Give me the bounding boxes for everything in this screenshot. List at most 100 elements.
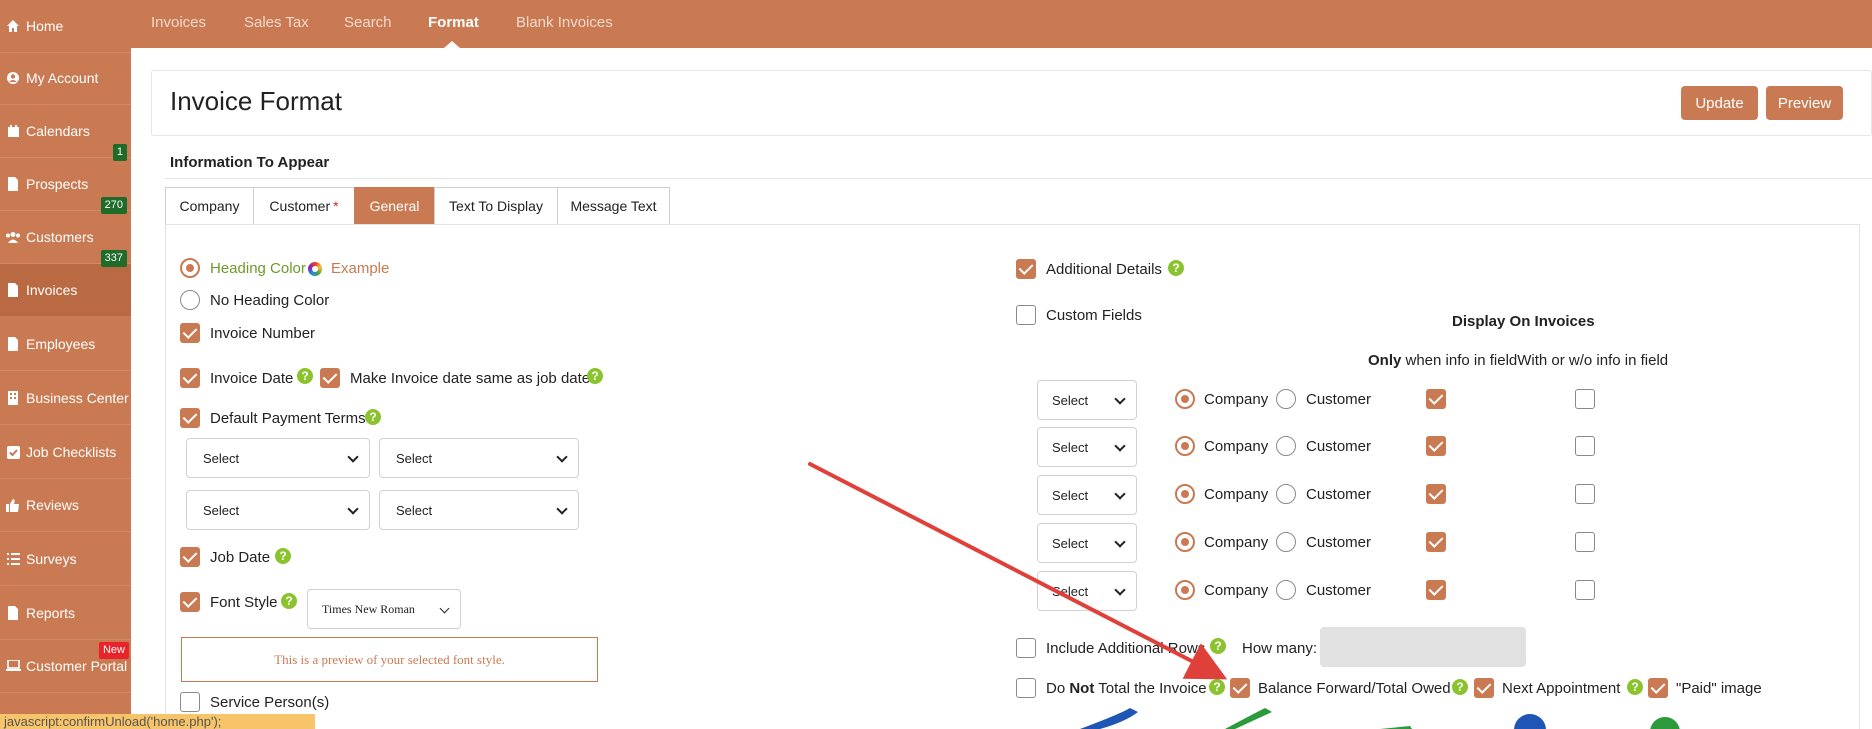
topnav-blank-invoices[interactable]: Blank Invoices bbox=[516, 14, 613, 31]
balance-forward-checkbox[interactable] bbox=[1230, 678, 1250, 698]
only-when-info-checkbox[interactable] bbox=[1426, 389, 1446, 409]
tab-company[interactable]: Company bbox=[165, 187, 254, 225]
help-icon[interactable]: ? bbox=[297, 368, 313, 384]
tab-label: Customer bbox=[269, 198, 331, 214]
customer-radio[interactable] bbox=[1276, 532, 1296, 552]
help-icon[interactable]: ? bbox=[1168, 260, 1184, 276]
sidebar-item-customer-portal[interactable]: Customer Portal New bbox=[0, 640, 131, 693]
topnav-sales-tax[interactable]: Sales Tax bbox=[244, 14, 309, 31]
help-icon[interactable]: ? bbox=[587, 368, 603, 384]
tab-general[interactable]: General bbox=[354, 187, 435, 225]
sidebar-item-my-account[interactable]: My Account bbox=[0, 52, 131, 105]
tab-text-to-display[interactable]: Text To Display bbox=[434, 187, 558, 225]
sidebar-item-reports[interactable]: Reports bbox=[0, 587, 131, 640]
help-icon[interactable]: ? bbox=[1627, 679, 1643, 695]
sidebar-item-label: Prospects bbox=[26, 176, 89, 192]
help-icon[interactable]: ? bbox=[275, 548, 291, 564]
include-additional-rows-checkbox[interactable] bbox=[1016, 638, 1036, 658]
topnav-format[interactable]: Format bbox=[428, 14, 479, 31]
company-radio[interactable] bbox=[1175, 389, 1195, 409]
tab-customer[interactable]: Customer * bbox=[253, 187, 355, 225]
same-as-job-date-label: Make Invoice date same as job date bbox=[350, 370, 591, 387]
with-or-without-info-checkbox[interactable] bbox=[1575, 532, 1595, 552]
with-or-without-info-checkbox[interactable] bbox=[1575, 436, 1595, 456]
sidebar-item-label: Job Checklists bbox=[26, 444, 117, 460]
customer-radio[interactable] bbox=[1276, 484, 1296, 504]
tab-label: General bbox=[369, 198, 420, 214]
with-or-without-heading: With or w/o info in field bbox=[1517, 352, 1669, 369]
next-appointment-label: Next Appointment bbox=[1502, 680, 1621, 697]
invoice-number-checkbox[interactable] bbox=[180, 323, 200, 343]
company-label: Company bbox=[1204, 438, 1269, 455]
font-style-select[interactable]: Times New Roman bbox=[307, 589, 461, 629]
payment-terms-select[interactable]: Select bbox=[186, 490, 370, 530]
custom-field-select[interactable]: Select bbox=[1037, 380, 1137, 420]
customer-radio[interactable] bbox=[1276, 389, 1296, 409]
topnav-invoices[interactable]: Invoices bbox=[151, 14, 206, 31]
display-on-invoices-heading: Display On Invoices bbox=[1452, 313, 1595, 330]
help-icon[interactable]: ? bbox=[1210, 638, 1226, 654]
company-radio[interactable] bbox=[1175, 436, 1195, 456]
sidebar-item-reviews[interactable]: Reviews bbox=[0, 479, 131, 532]
sidebar-item-job-checklists[interactable]: Job Checklists bbox=[0, 426, 131, 479]
no-heading-color-radio[interactable] bbox=[180, 290, 200, 310]
chevron-down-icon bbox=[1114, 488, 1126, 500]
heading-color-radio[interactable] bbox=[180, 258, 200, 278]
company-radio[interactable] bbox=[1175, 532, 1195, 552]
only-when-info-checkbox[interactable] bbox=[1426, 532, 1446, 552]
paid-image-checkbox[interactable] bbox=[1648, 678, 1668, 698]
company-radio[interactable] bbox=[1175, 484, 1195, 504]
custom-fields-label: Custom Fields bbox=[1046, 307, 1142, 324]
job-date-checkbox[interactable] bbox=[180, 547, 200, 567]
company-radio[interactable] bbox=[1175, 580, 1195, 600]
customer-radio[interactable] bbox=[1276, 580, 1296, 600]
only-when-info-checkbox[interactable] bbox=[1426, 436, 1446, 456]
custom-fields-checkbox[interactable] bbox=[1016, 305, 1036, 325]
help-icon[interactable]: ? bbox=[365, 409, 381, 425]
preview-image-green bbox=[1650, 717, 1680, 729]
same-as-job-date-checkbox[interactable] bbox=[320, 368, 340, 388]
service-persons-checkbox[interactable] bbox=[180, 692, 200, 712]
with-or-without-info-checkbox[interactable] bbox=[1575, 389, 1595, 409]
default-payment-terms-checkbox[interactable] bbox=[180, 408, 200, 428]
only-when-info-checkbox[interactable] bbox=[1426, 484, 1446, 504]
payment-terms-select[interactable]: Select bbox=[186, 438, 370, 478]
font-style-checkbox[interactable] bbox=[180, 592, 200, 612]
with-or-without-info-checkbox[interactable] bbox=[1575, 580, 1595, 600]
invoice-date-checkbox[interactable] bbox=[180, 368, 200, 388]
help-icon[interactable]: ? bbox=[1452, 679, 1468, 695]
sidebar-item-calendars[interactable]: Calendars bbox=[0, 105, 131, 158]
new-badge: New bbox=[98, 642, 129, 659]
sidebar-item-employees[interactable]: Employees bbox=[0, 318, 131, 371]
customer-radio[interactable] bbox=[1276, 436, 1296, 456]
payment-terms-select[interactable]: Select bbox=[379, 438, 579, 478]
sidebar-item-surveys[interactable]: Surveys bbox=[0, 533, 131, 586]
update-button[interactable]: Update bbox=[1681, 86, 1758, 120]
sidebar-item-label: Invoices bbox=[26, 282, 78, 298]
topnav-search[interactable]: Search bbox=[344, 14, 392, 31]
custom-field-select[interactable]: Select bbox=[1037, 475, 1137, 515]
additional-details-checkbox[interactable] bbox=[1016, 259, 1036, 279]
do-text: Do bbox=[1046, 680, 1070, 697]
only-when-info-checkbox[interactable] bbox=[1426, 580, 1446, 600]
sidebar-item-business-center[interactable]: Business Center bbox=[0, 372, 131, 425]
help-icon[interactable]: ? bbox=[281, 593, 297, 609]
custom-field-select[interactable]: Select bbox=[1037, 427, 1137, 467]
color-picker-icon[interactable] bbox=[308, 262, 322, 276]
do-not-total-checkbox[interactable] bbox=[1016, 678, 1036, 698]
how-many-input[interactable] bbox=[1320, 627, 1526, 667]
custom-field-select[interactable]: Select bbox=[1037, 523, 1137, 563]
job-date-label: Job Date bbox=[210, 549, 271, 566]
tab-message-text[interactable]: Message Text bbox=[557, 187, 670, 225]
next-appointment-checkbox[interactable] bbox=[1474, 678, 1494, 698]
custom-field-select[interactable]: Select bbox=[1037, 571, 1137, 611]
help-icon[interactable]: ? bbox=[1209, 679, 1225, 695]
sidebar-item-label: Calendars bbox=[26, 123, 90, 139]
with-or-without-info-checkbox[interactable] bbox=[1575, 484, 1595, 504]
sidebar-item-invoices[interactable]: Invoices 337 bbox=[0, 250, 131, 317]
count-badge: 337 bbox=[100, 250, 127, 267]
company-label: Company bbox=[1204, 582, 1269, 599]
payment-terms-select[interactable]: Select bbox=[379, 490, 579, 530]
preview-button[interactable]: Preview bbox=[1766, 86, 1843, 120]
sidebar-item-home[interactable]: Home bbox=[0, 0, 131, 53]
